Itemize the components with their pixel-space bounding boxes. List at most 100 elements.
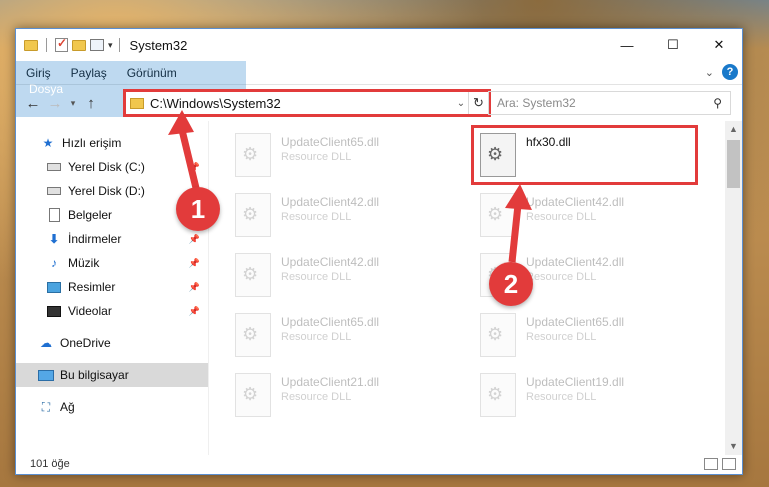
minimize-button[interactable]: —: [604, 29, 650, 61]
file-item[interactable]: UpdateClient21.dll Resource DLL: [229, 367, 459, 423]
dll-file-icon: [235, 193, 271, 237]
recent-locations-icon[interactable]: ▾: [66, 98, 80, 109]
file-list: UpdateClient65.dllResource DLL hfx30.dll…: [209, 121, 742, 455]
customize-toolbar-icon[interactable]: ▾: [108, 40, 113, 51]
close-button[interactable]: ✕: [696, 29, 742, 61]
properties-icon[interactable]: [90, 39, 104, 51]
properties-check-icon[interactable]: [55, 36, 68, 52]
sidebar-item-label: OneDrive: [60, 336, 111, 350]
file-name: UpdateClient21.dll: [281, 375, 380, 389]
expand-ribbon-icon[interactable]: ⌄: [705, 66, 714, 79]
chevron-down-icon[interactable]: ⌄: [454, 98, 468, 109]
file-item[interactable]: UpdateClient42.dll Resource DLL: [229, 247, 459, 303]
file-name: UpdateClient42.dll: [526, 195, 625, 209]
file-name: UpdateClient65.dll: [281, 315, 380, 329]
videos-icon: [46, 304, 62, 318]
item-count: 101 öğe: [30, 457, 70, 470]
sidebar-item-label: Ağ: [60, 400, 75, 414]
file-name: UpdateClient42.dll: [281, 255, 380, 269]
file-item[interactable]: UpdateClient42.dll Resource DLL: [229, 187, 459, 243]
pin-icon[interactable]: 📌: [189, 282, 200, 293]
address-path[interactable]: C:\Windows\System32: [150, 96, 454, 111]
music-icon: ♪: [51, 256, 57, 270]
sidebar-item-label: Hızlı erişim: [62, 136, 122, 150]
computer-icon: [38, 368, 54, 382]
sidebar-item-label: Resimler: [68, 280, 116, 294]
sidebar-item-downloads[interactable]: ⬇ İndirmeler 📌: [16, 227, 208, 251]
ribbon-right-controls: ⌄ ?: [705, 64, 738, 80]
folder-icon: [130, 97, 144, 109]
forward-arrow-icon[interactable]: →: [44, 95, 66, 112]
file-item[interactable]: UpdateClient65.dll Resource DLL: [474, 307, 704, 363]
explorer-window: ▾ System32 — ☐ ✕ Dosya Giriş Paylaş Görü…: [15, 28, 743, 475]
refresh-icon[interactable]: ↻: [468, 92, 488, 114]
pin-icon[interactable]: 📌: [189, 234, 200, 245]
large-icons-view-icon[interactable]: [722, 457, 736, 470]
sidebar-item-label: Yerel Disk (D:): [68, 184, 145, 198]
file-name: UpdateClient65.dll: [526, 315, 625, 329]
file-item[interactable]: UpdateClient65.dll Resource DLL: [229, 307, 459, 363]
file-item[interactable]: UpdateClient65.dll Resource DLL: [229, 127, 459, 183]
maximize-button[interactable]: ☐: [650, 29, 696, 61]
new-folder-icon[interactable]: [72, 39, 86, 51]
file-item[interactable]: UpdateClient42.dll Resource DLL: [474, 187, 704, 243]
title-bar: ▾ System32 — ☐ ✕: [16, 29, 742, 61]
navigation-pane: ★ Hızlı erişim Yerel Disk (C:) 📌 Yerel D…: [16, 121, 209, 455]
sidebar-item-pictures[interactable]: Resimler 📌: [16, 275, 208, 299]
pin-icon[interactable]: 📌: [189, 162, 200, 173]
file-name: UpdateClient65.dll: [281, 135, 380, 149]
scroll-up-icon[interactable]: ▲: [725, 121, 742, 138]
back-arrow-icon[interactable]: ←: [22, 95, 44, 112]
sidebar-item-label: İndirmeler: [68, 232, 122, 246]
main-content: ★ Hızlı erişim Yerel Disk (C:) 📌 Yerel D…: [16, 121, 742, 455]
dll-file-icon: [235, 133, 271, 177]
file-type: Resource DLL: [526, 331, 597, 343]
step-2-badge: 2: [489, 262, 533, 306]
sidebar-item-label: Bu bilgisayar: [60, 368, 129, 382]
file-type: Resource DLL: [281, 151, 352, 163]
disk-icon: [46, 160, 62, 174]
file-name: UpdateClient42.dll: [526, 255, 625, 269]
sidebar-item-network[interactable]: ⛶ Ağ: [16, 395, 208, 419]
sidebar-item-disk-c[interactable]: Yerel Disk (C:) 📌: [16, 155, 208, 179]
sidebar-item-label: Müzik: [68, 256, 100, 270]
status-bar: 101 öğe: [16, 453, 742, 474]
network-icon: ⛶: [41, 399, 51, 414]
file-type: Resource DLL: [281, 271, 352, 283]
dll-file-icon: [480, 373, 516, 417]
file-name: UpdateClient42.dll: [281, 195, 380, 209]
pictures-icon: [46, 280, 62, 294]
sidebar-item-videos[interactable]: Videolar 📌: [16, 299, 208, 323]
star-icon: ★: [42, 136, 54, 150]
sidebar-item-label: Belgeler: [68, 208, 113, 222]
ribbon-tabs: Dosya Giriş Paylaş Görünüm ⌄ ?: [16, 61, 742, 117]
up-arrow-icon[interactable]: ↑: [80, 95, 102, 112]
file-name: UpdateClient19.dll: [526, 375, 625, 389]
file-highlight-box: [471, 125, 698, 185]
sidebar-item-onedrive[interactable]: ☁ OneDrive: [16, 331, 208, 355]
sidebar-item-label: Videolar: [68, 304, 112, 318]
scrollbar-thumb[interactable]: [727, 140, 740, 188]
sidebar-item-quick-access[interactable]: ★ Hızlı erişim: [16, 131, 208, 155]
window-title: System32: [129, 37, 188, 53]
file-type: Resource DLL: [526, 211, 597, 223]
pin-icon[interactable]: 📌: [189, 258, 200, 269]
file-type: Resource DLL: [281, 391, 352, 403]
file-type: Resource DLL: [281, 211, 352, 223]
details-view-icon[interactable]: [704, 457, 718, 470]
search-icon[interactable]: ⚲: [713, 96, 722, 110]
file-item[interactable]: UpdateClient19.dll Resource DLL: [474, 367, 704, 423]
address-bar[interactable]: C:\Windows\System32 ⌄ ↻: [123, 89, 491, 117]
vertical-scrollbar[interactable]: ▲ ▼: [725, 121, 742, 455]
address-row: ← → ▾ ↑ C:\Windows\System32 ⌄ ↻ Ara: Sys…: [16, 85, 742, 121]
file-type: Resource DLL: [526, 271, 597, 283]
pin-icon[interactable]: 📌: [189, 306, 200, 317]
dll-file-icon: [235, 373, 271, 417]
help-icon[interactable]: ?: [722, 64, 738, 80]
sidebar-item-music[interactable]: ♪ Müzik 📌: [16, 251, 208, 275]
sidebar-item-this-pc[interactable]: Bu bilgisayar: [16, 363, 208, 387]
file-type: Resource DLL: [281, 331, 352, 343]
download-icon: ⬇: [48, 232, 60, 246]
search-input[interactable]: Ara: System32 ⚲: [488, 91, 731, 115]
step-1-badge: 1: [176, 187, 220, 231]
